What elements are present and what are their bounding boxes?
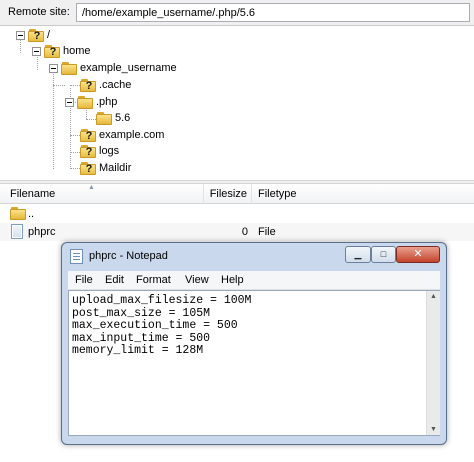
notepad-icon [70, 249, 83, 264]
notepad-content: upload_max_filesize = 100M post_max_size … [72, 294, 252, 358]
notepad-title: phprc - Notepad [89, 250, 168, 262]
text-line: memory_limit = 128M [72, 344, 204, 357]
question-folder-icon: ? [80, 128, 96, 142]
question-folder-icon: ? [28, 28, 44, 42]
notepad-menubar: File Edit Format View Help [68, 271, 440, 290]
text-line: upload_max_filesize = 100M [72, 294, 252, 307]
close-button[interactable]: ✕ [396, 246, 440, 263]
file-row-phprc[interactable]: phprc 0 File [0, 223, 474, 241]
vertical-scrollbar[interactable]: ▲ ▼ [426, 291, 440, 435]
menu-file[interactable]: File [75, 274, 93, 286]
remote-path-input[interactable] [76, 3, 470, 22]
tree-node-example-com[interactable]: ? example.com [80, 127, 164, 143]
folder-icon [96, 111, 112, 125]
folder-icon [61, 61, 77, 75]
column-header-filesize[interactable]: Filesize [204, 184, 252, 204]
tree-node-maildir[interactable]: ? Maildir [80, 160, 131, 176]
tree-node-5-6[interactable]: 5.6 [96, 110, 130, 126]
column-header-filename[interactable]: Filename [4, 184, 204, 204]
question-folder-icon: ? [80, 161, 96, 175]
menu-format[interactable]: Format [136, 274, 171, 286]
question-folder-icon: ? [80, 144, 96, 158]
menu-view[interactable]: View [185, 274, 209, 286]
collapse-icon[interactable] [32, 46, 41, 56]
tree-node-root[interactable]: ? / [16, 27, 50, 43]
file-name: phprc [28, 226, 56, 238]
file-size: 0 [241, 226, 248, 238]
menu-help[interactable]: Help [221, 274, 244, 286]
notepad-text-area[interactable]: upload_max_filesize = 100M post_max_size … [68, 290, 440, 436]
scroll-up-icon[interactable]: ▲ [430, 293, 437, 300]
question-folder-icon: ? [44, 44, 60, 58]
collapse-icon[interactable] [16, 30, 25, 40]
question-folder-icon: ? [80, 78, 96, 92]
file-row-parent[interactable]: .. [0, 205, 474, 223]
tree-node-logs[interactable]: ? logs [80, 143, 119, 159]
file-list-header: ▲ Filename Filesize Filetype [0, 184, 474, 204]
folder-icon [10, 207, 26, 220]
remote-site-bar: Remote site: [0, 0, 474, 25]
file-icon [11, 224, 23, 239]
file-type: File [258, 226, 276, 238]
collapse-icon[interactable] [49, 63, 58, 73]
tree-node-home[interactable]: ? home [32, 43, 91, 59]
remote-directory-tree: ? / ? home example_username ? .cache .ph… [0, 25, 474, 180]
folder-icon [77, 95, 93, 109]
scroll-down-icon[interactable]: ▼ [430, 426, 437, 433]
column-header-filetype[interactable]: Filetype [252, 184, 474, 204]
collapse-icon[interactable] [65, 97, 74, 107]
minimize-button[interactable]: ▁ [345, 246, 371, 263]
text-line: max_execution_time = 500 [72, 319, 238, 332]
notepad-titlebar[interactable]: phprc - Notepad ▁ □ ✕ [62, 243, 446, 270]
tree-node-cache[interactable]: ? .cache [80, 77, 131, 93]
menu-edit[interactable]: Edit [105, 274, 124, 286]
file-name: .. [28, 208, 35, 220]
tree-node-php[interactable]: .php [65, 94, 117, 110]
tree-node-example-username[interactable]: example_username [49, 60, 177, 76]
notepad-window: phprc - Notepad ▁ □ ✕ File Edit Format V… [61, 242, 447, 445]
maximize-button[interactable]: □ [371, 246, 396, 263]
remote-site-label: Remote site: [8, 6, 70, 18]
